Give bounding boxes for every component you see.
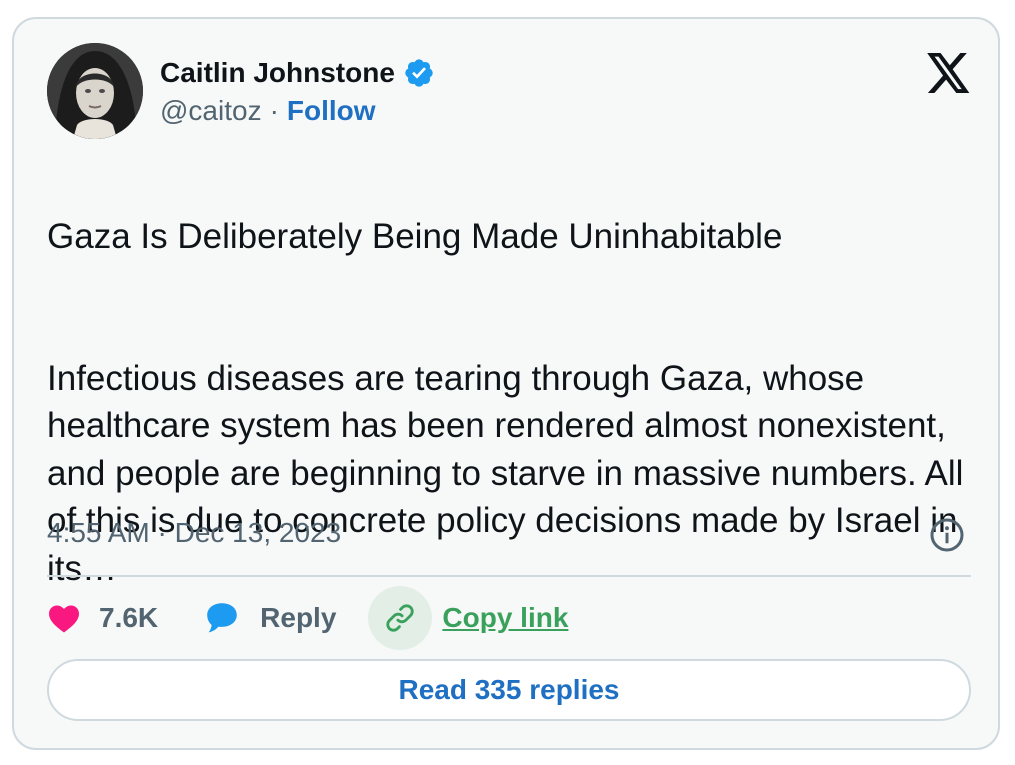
avatar[interactable] (47, 43, 143, 139)
read-replies-button[interactable]: Read 335 replies (47, 659, 971, 721)
tweet-body: Infectious diseases are tearing through … (47, 358, 964, 588)
author-name[interactable]: Caitlin Johnstone (160, 57, 395, 89)
copy-link-label: Copy link (442, 602, 569, 633)
like-count: 7.6K (99, 602, 159, 633)
info-icon[interactable] (929, 517, 965, 553)
reply-bubble-icon (207, 603, 237, 633)
heart-icon (49, 605, 79, 633)
separator-dot: · (269, 95, 279, 126)
copy-link-button[interactable]: Copy link (368, 586, 568, 650)
follow-button[interactable]: Follow (287, 95, 376, 127)
tweet-embed-card: Caitlin Johnstone @caitoz · Follow Gaza … (12, 17, 1000, 750)
divider (47, 575, 971, 577)
x-logo-icon[interactable] (927, 53, 971, 93)
link-icon (386, 604, 415, 632)
reply-button[interactable]: Reply (204, 601, 336, 635)
tweet-title: Gaza Is Deliberately Being Made Uninhabi… (47, 216, 783, 256)
like-button[interactable]: 7.6K (47, 602, 158, 634)
author-handle-row: @caitoz · Follow (160, 95, 376, 127)
author-handle[interactable]: @caitoz (160, 95, 262, 127)
author-name-row: Caitlin Johnstone (160, 55, 435, 91)
tweet-actions: 7.6K Reply Copy link (47, 586, 568, 650)
copy-link-icon-circle (368, 586, 433, 650)
avatar-image (47, 43, 143, 139)
verified-badge-icon (405, 59, 433, 87)
reply-label: Reply (260, 602, 337, 633)
tweet-timestamp[interactable]: 4:55 AM · Dec 13, 2023 (47, 517, 341, 549)
